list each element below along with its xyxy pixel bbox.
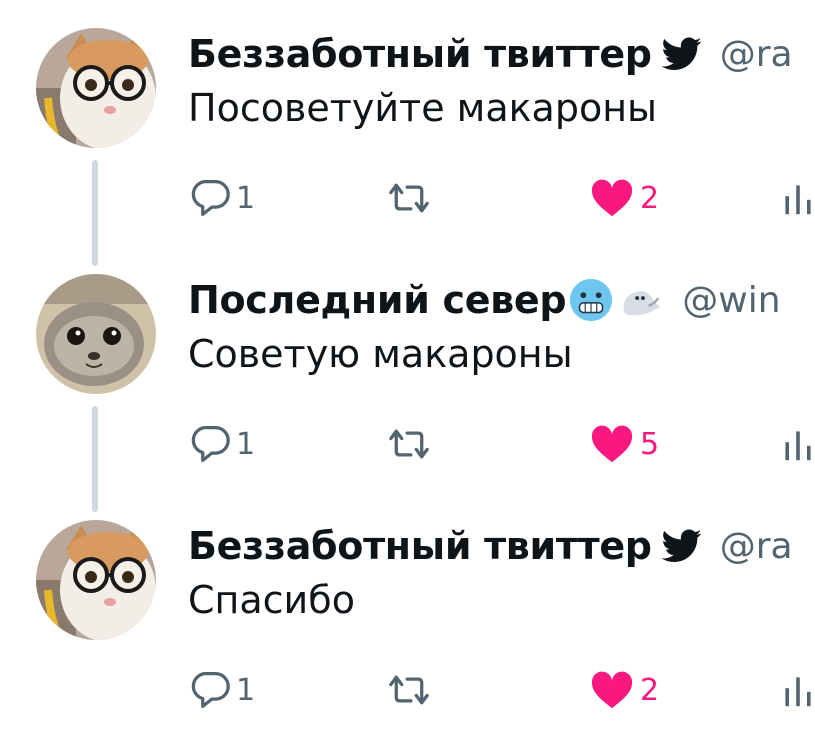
twitter-bird-icon [661, 529, 702, 563]
heart-icon [591, 179, 633, 217]
retweet-button[interactable] [384, 174, 434, 222]
tweet-actions: 1 5 [188, 420, 815, 468]
tweet-actions: 1 2 [188, 666, 815, 714]
reply-count: 1 [236, 180, 256, 216]
seal-emoji-icon [618, 277, 664, 323]
heart-icon [591, 425, 633, 463]
avatar[interactable] [36, 274, 156, 394]
reply-icon [191, 426, 230, 462]
reply-count: 1 [236, 672, 256, 708]
like-button[interactable]: 2 [590, 174, 659, 222]
display-name[interactable]: Беззаботный твиттер [188, 32, 652, 76]
reply-count: 1 [236, 426, 256, 462]
tweet-header: Беззаботный твиттер @ra [188, 520, 815, 572]
retweet-button[interactable] [384, 666, 434, 714]
heart-icon [591, 671, 633, 709]
cat-avatar-image [36, 28, 156, 148]
tweet[interactable]: Последний север @win Советую макароны 1 … [0, 274, 815, 519]
reply-thread: Беззаботный твиттер @ra Посоветуйте мака… [0, 0, 815, 731]
cold-face-emoji-icon [568, 277, 614, 323]
avatar[interactable] [36, 520, 156, 640]
like-count: 2 [640, 672, 660, 708]
views-button[interactable] [780, 174, 815, 222]
views-button[interactable] [780, 420, 815, 468]
display-name[interactable]: Последний север [188, 278, 567, 322]
like-button[interactable]: 2 [590, 666, 659, 714]
reply-button[interactable]: 1 [188, 174, 255, 222]
like-count: 2 [640, 180, 660, 216]
seal-avatar-image [36, 274, 156, 394]
tweet-text: Спасибо [188, 578, 355, 622]
tweet-header: Беззаботный твиттер @ra [188, 28, 815, 80]
tweet-text: Советую макароны [188, 332, 573, 376]
reply-button[interactable]: 1 [188, 666, 255, 714]
retweet-icon [389, 675, 429, 705]
views-icon [785, 677, 811, 707]
reply-icon [191, 180, 230, 216]
reply-icon [191, 672, 230, 708]
views-button[interactable] [780, 666, 815, 714]
retweet-button[interactable] [384, 420, 434, 468]
username-handle[interactable]: @ra [720, 526, 793, 567]
reply-button[interactable]: 1 [188, 420, 255, 468]
username-handle[interactable]: @win [682, 280, 780, 321]
views-icon [785, 185, 811, 215]
views-icon [785, 431, 811, 461]
cat-avatar-image [36, 520, 156, 640]
retweet-icon [389, 429, 429, 459]
tweet[interactable]: Беззаботный твиттер @ra Спасибо 1 2 [0, 520, 815, 731]
retweet-icon [389, 183, 429, 213]
username-handle[interactable]: @ra [720, 34, 793, 75]
tweet-header: Последний север @win [188, 274, 815, 326]
display-name[interactable]: Беззаботный твиттер [188, 524, 652, 568]
tweet-actions: 1 2 [188, 174, 815, 222]
avatar[interactable] [36, 28, 156, 148]
like-count: 5 [640, 426, 660, 462]
tweet[interactable]: Беззаботный твиттер @ra Посоветуйте мака… [0, 28, 815, 273]
tweet-text: Посоветуйте макароны [188, 86, 658, 130]
like-button[interactable]: 5 [590, 420, 659, 468]
twitter-bird-icon [661, 37, 702, 71]
